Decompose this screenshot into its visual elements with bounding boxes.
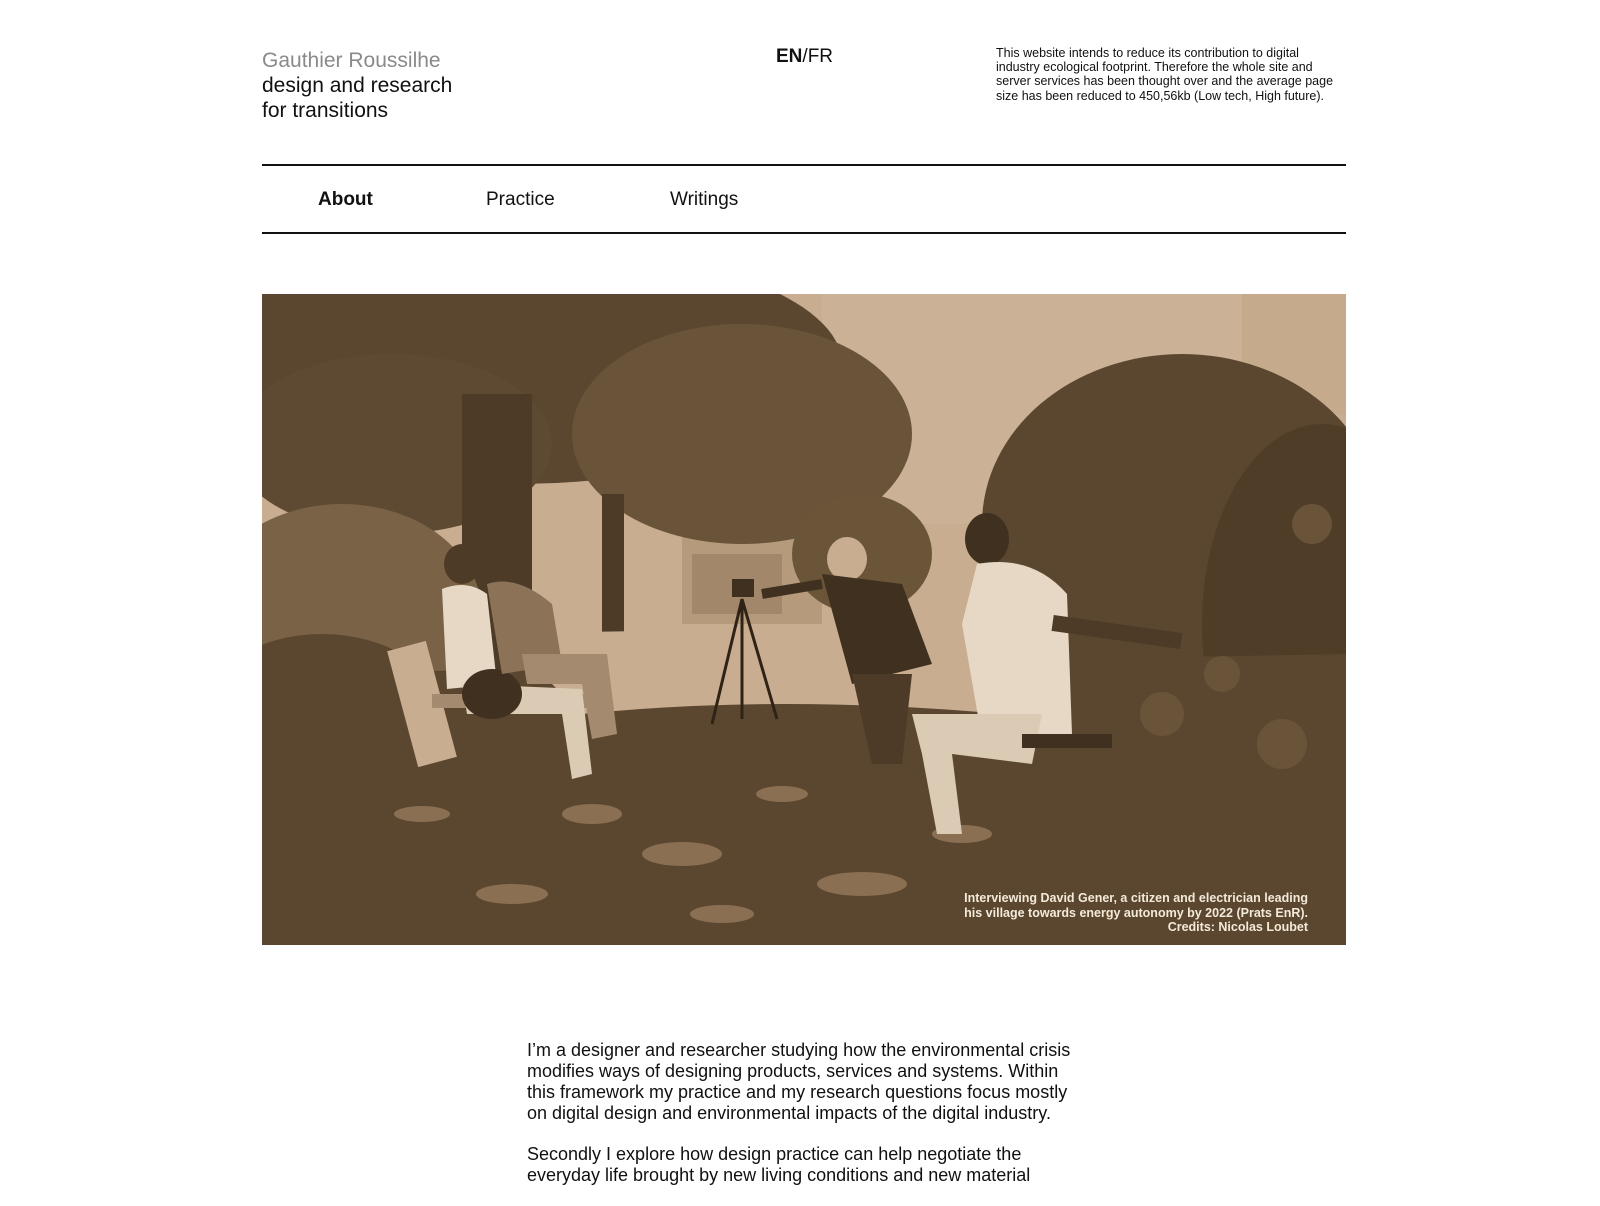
site-title[interactable]: Gauthier Roussilhe design and research f… [262,48,452,123]
lang-fr-link[interactable]: FR [808,46,833,67]
about-content: I’m a designer and researcher studying h… [527,1040,1087,1206]
lang-en-link[interactable]: EN [776,46,802,67]
nav-writings[interactable]: Writings [670,188,738,212]
hero-photo-illustration [262,294,1346,945]
nav-about[interactable]: About [318,188,373,212]
site-tagline-line2: for transitions [262,99,389,122]
about-paragraph-2: Secondly I explore how design practice c… [527,1144,1031,1185]
site-name: Gauthier Roussilhe [262,49,441,72]
about-paragraph-1: I’m a designer and researcher studying h… [527,1040,1071,1123]
hero-caption: Interviewing David Gener, a citizen and … [964,891,1308,934]
hero-photo: Interviewing David Gener, a citizen and … [262,294,1346,945]
eco-footprint-note: This website intends to reduce its contr… [996,46,1334,103]
language-switcher: EN/FR [776,45,833,69]
main-nav: About Practice Writings [262,164,1346,234]
site-tagline-line1: design and research [262,74,453,97]
nav-practice[interactable]: Practice [486,188,555,212]
